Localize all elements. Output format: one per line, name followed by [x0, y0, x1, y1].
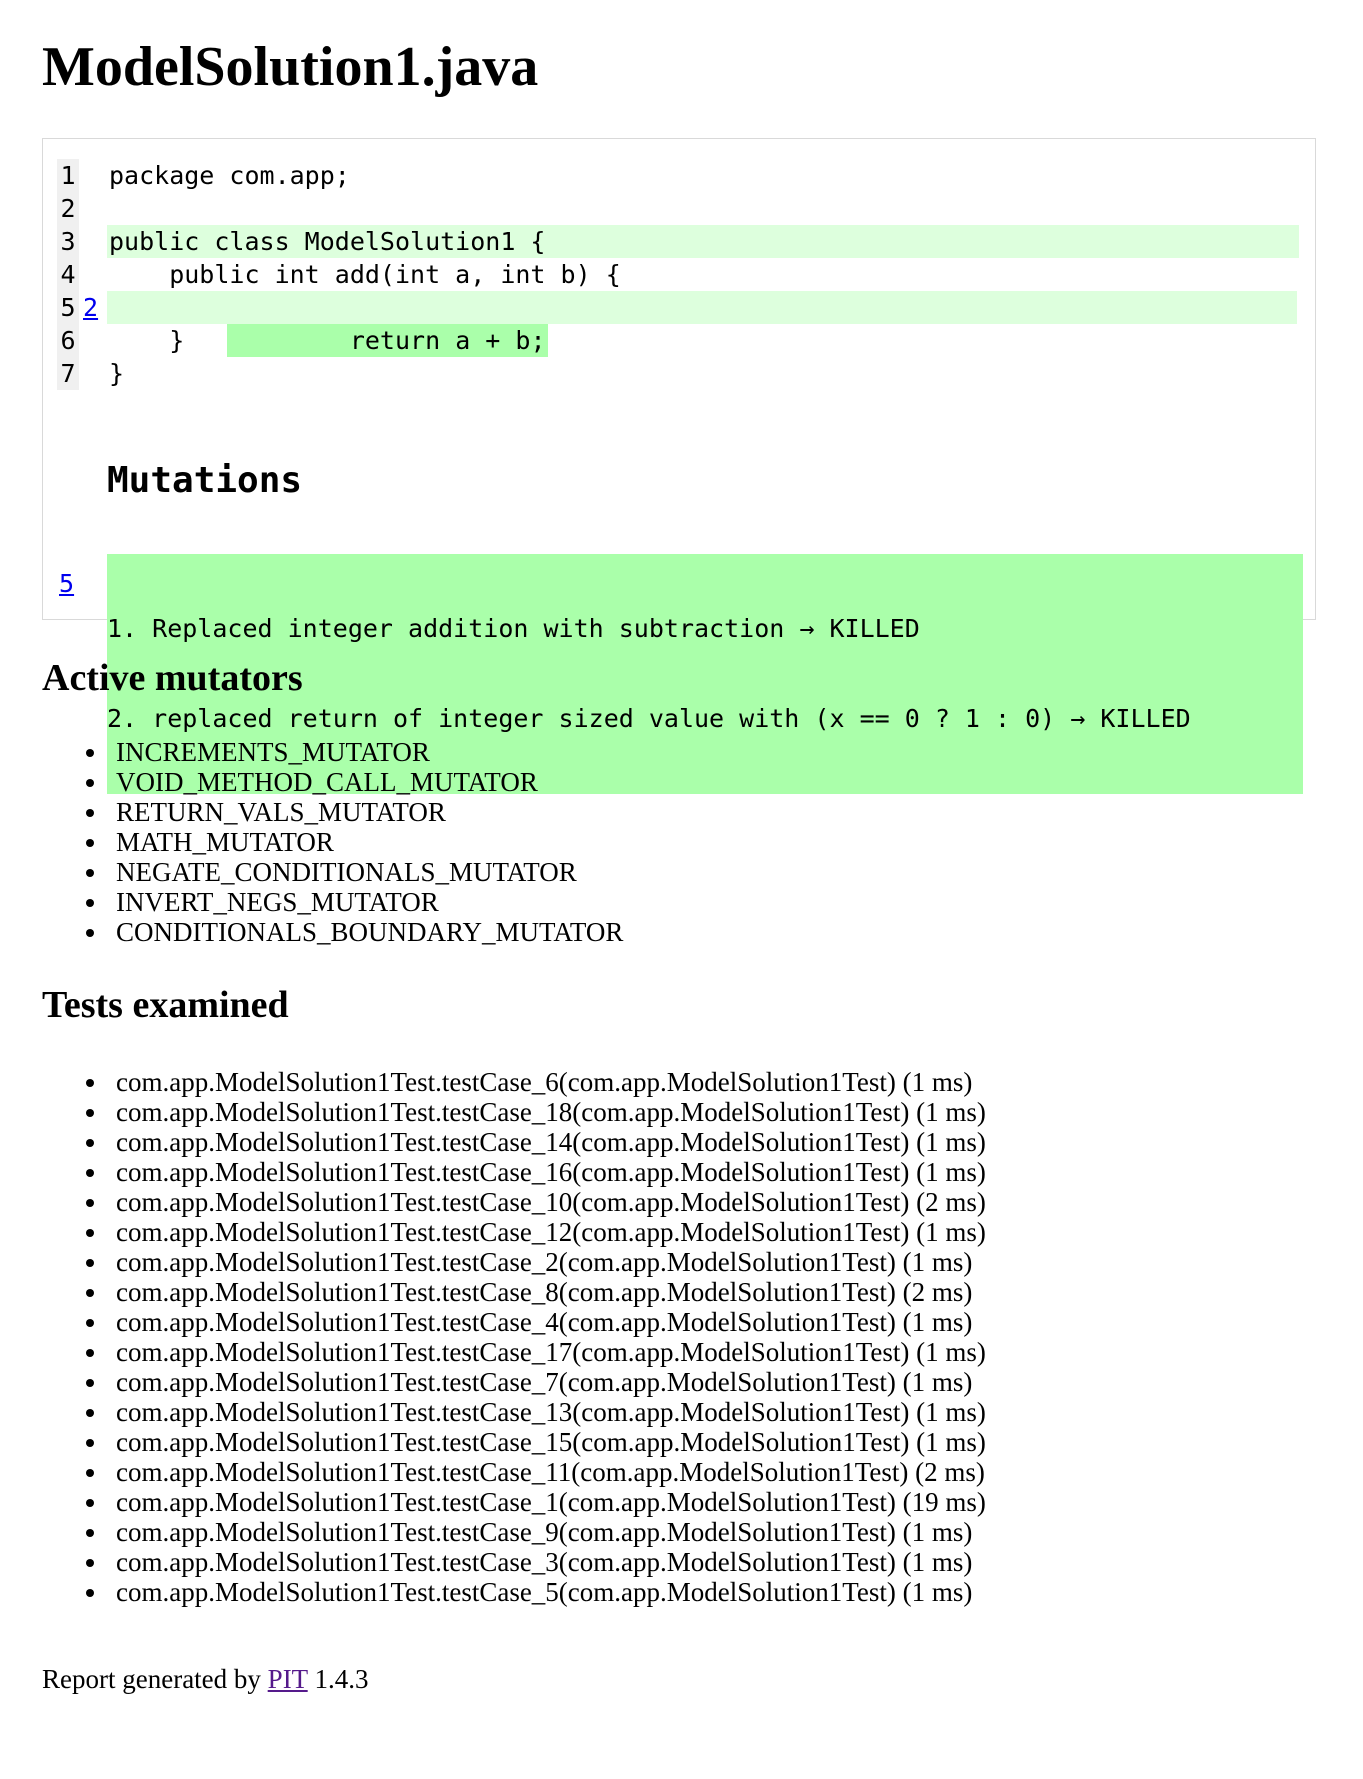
- code-line-7: 7 }: [57, 357, 147, 390]
- line-source: package com.app;: [109, 161, 350, 190]
- line-source-covered: return a + b;: [107, 291, 1297, 357]
- mutator-item: RETURN_VALS_MUTATOR: [42, 797, 623, 827]
- mutation-item: 1. Replaced integer addition with subtra…: [107, 614, 920, 643]
- line-number: 1: [57, 159, 79, 192]
- test-item: com.app.ModelSolution1Test.testCase_14(c…: [42, 1127, 986, 1157]
- test-item: com.app.ModelSolution1Test.testCase_5(co…: [42, 1577, 986, 1607]
- tests-examined-list: com.app.ModelSolution1Test.testCase_6(co…: [42, 1067, 986, 1607]
- mutations-heading: Mutations: [107, 460, 303, 501]
- test-item: com.app.ModelSolution1Test.testCase_7(co…: [42, 1367, 986, 1397]
- test-item: com.app.ModelSolution1Test.testCase_13(c…: [42, 1397, 986, 1427]
- active-mutators-heading: Active mutators: [42, 657, 303, 699]
- test-item: com.app.ModelSolution1Test.testCase_4(co…: [42, 1307, 986, 1337]
- test-item: com.app.ModelSolution1Test.testCase_9(co…: [42, 1517, 986, 1547]
- code-line-4: 4 public int add(int a, int b) {: [57, 258, 621, 291]
- test-item: com.app.ModelSolution1Test.testCase_8(co…: [42, 1277, 986, 1307]
- line-source: }: [109, 359, 125, 388]
- footer-prefix: Report generated by: [42, 1664, 268, 1694]
- test-item: com.app.ModelSolution1Test.testCase_3(co…: [42, 1547, 986, 1577]
- mutator-item: INVERT_NEGS_MUTATOR: [42, 887, 623, 917]
- code-line-3: 3 public class ModelSolution1 {: [57, 225, 1299, 258]
- line-source: public int add(int a, int b) {: [109, 260, 621, 289]
- test-item: com.app.ModelSolution1Test.testCase_16(c…: [42, 1157, 986, 1187]
- line-source-covered: public class ModelSolution1 {: [107, 225, 1299, 258]
- test-item: com.app.ModelSolution1Test.testCase_15(c…: [42, 1427, 986, 1457]
- test-item: com.app.ModelSolution1Test.testCase_6(co…: [42, 1067, 986, 1097]
- tests-examined-heading: Tests examined: [42, 984, 289, 1026]
- line-source: [107, 192, 109, 225]
- test-item: com.app.ModelSolution1Test.testCase_17(c…: [42, 1337, 986, 1367]
- line-number: 3: [57, 225, 79, 258]
- mutator-item: VOID_METHOD_CALL_MUTATOR: [42, 767, 623, 797]
- test-item: com.app.ModelSolution1Test.testCase_1(co…: [42, 1487, 986, 1517]
- line-number: 4: [57, 258, 79, 291]
- pit-version: 1.4.3: [307, 1664, 369, 1694]
- code-line-1: 1 package com.app;: [57, 159, 350, 192]
- code-line-6: 6 }: [57, 324, 184, 357]
- line-source: }: [109, 326, 185, 355]
- line-source-killed: return a + b;: [227, 324, 548, 357]
- source-code-panel: 1 package com.app; 2 3 public class Mode…: [42, 138, 1316, 794]
- page-title: ModelSolution1.java: [42, 36, 539, 98]
- code-line-2: 2: [57, 192, 147, 225]
- mutator-item: NEGATE_CONDITIONALS_MUTATOR: [42, 857, 623, 887]
- mutator-item: INCREMENTS_MUTATOR: [42, 737, 623, 767]
- mutator-item: MATH_MUTATOR: [42, 827, 623, 857]
- mutator-item: CONDITIONALS_BOUNDARY_MUTATOR: [42, 917, 623, 947]
- report-footer: Report generated by PIT 1.4.3: [42, 1662, 368, 1696]
- pit-link[interactable]: PIT: [268, 1664, 308, 1694]
- mutation-item: 2. replaced return of integer sized valu…: [107, 704, 1191, 733]
- line-number: 5: [57, 291, 79, 324]
- test-item: com.app.ModelSolution1Test.testCase_12(c…: [42, 1217, 986, 1247]
- test-item: com.app.ModelSolution1Test.testCase_10(c…: [42, 1187, 986, 1217]
- mutation-line-link[interactable]: 5: [59, 569, 74, 598]
- line-number: 7: [57, 357, 79, 390]
- line-number: 6: [57, 324, 79, 357]
- active-mutators-list: INCREMENTS_MUTATOR VOID_METHOD_CALL_MUTA…: [42, 737, 623, 947]
- code-line-5: 5 2 return a + b;: [57, 291, 1297, 357]
- test-item: com.app.ModelSolution1Test.testCase_11(c…: [42, 1457, 986, 1487]
- test-item: com.app.ModelSolution1Test.testCase_18(c…: [42, 1097, 986, 1127]
- line-number: 2: [57, 192, 79, 225]
- mutation-count-link[interactable]: 2: [83, 291, 103, 324]
- test-item: com.app.ModelSolution1Test.testCase_2(co…: [42, 1247, 986, 1277]
